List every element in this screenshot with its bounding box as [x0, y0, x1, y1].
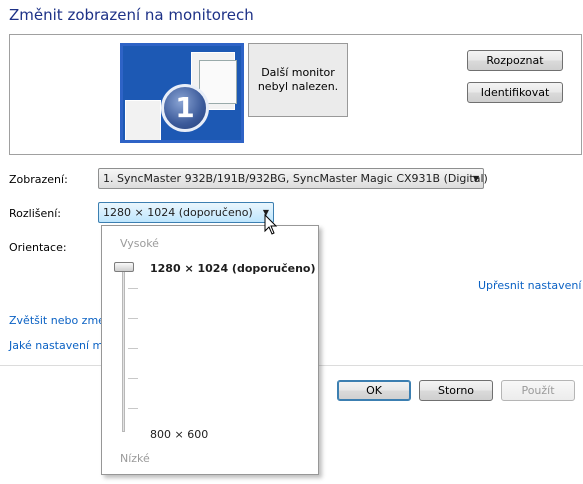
monitor-preview-area: 1 Další monitor nebyl nalezen. Rozpoznat…: [9, 34, 582, 155]
orientation-label: Orientace:: [9, 241, 67, 254]
resolution-slider-thumb[interactable]: [114, 262, 134, 272]
resolution-select-value: 1280 × 1024 (doporučeno): [103, 206, 253, 219]
identify-button[interactable]: Identifikovat: [467, 82, 563, 103]
high-label: Vysoké: [120, 237, 159, 250]
monitor-2[interactable]: Další monitor nebyl nalezen.: [248, 43, 348, 117]
cancel-button[interactable]: Storno: [419, 380, 493, 401]
monitor-number-badge: 1: [161, 84, 209, 132]
page-title: Změnit zobrazení na monitorech: [9, 6, 254, 24]
slider-tick: [128, 318, 138, 319]
monitor-2-line2: nebyl nalezen.: [257, 80, 339, 93]
monitor-1-window-left: [125, 100, 161, 140]
display-select[interactable]: 1. SyncMaster 932B/191B/932BG, SyncMaste…: [98, 168, 488, 189]
ok-button[interactable]: OK: [337, 380, 411, 401]
which-settings-link[interactable]: Jaké nastavení m: [9, 339, 103, 352]
display-select-value: 1. SyncMaster 932B/191B/932BG, SyncMaste…: [103, 172, 488, 185]
resolution-dropdown-panel: Vysoké 1280 × 1024 (doporučeno) 800 × 60…: [101, 225, 319, 475]
resolution-select[interactable]: 1280 × 1024 (doporučeno) ▼: [98, 202, 274, 223]
monitor-1[interactable]: 1: [120, 43, 244, 143]
monitor-2-message: Další monitor nebyl nalezen.: [258, 66, 338, 94]
chevron-down-icon: ▼: [472, 174, 479, 183]
slider-tick: [128, 348, 138, 349]
current-resolution-label: 1280 × 1024 (doporučeno): [150, 262, 316, 275]
low-label: Nízké: [120, 452, 150, 465]
apply-button[interactable]: Použít: [501, 380, 575, 401]
enlarge-text-link[interactable]: Zvětšit nebo zme: [9, 314, 105, 327]
slider-tick: [128, 288, 138, 289]
resolution-slider-track[interactable]: [122, 268, 125, 432]
advanced-settings-link[interactable]: Upřesnit nastavení: [478, 279, 581, 292]
detect-button[interactable]: Rozpoznat: [467, 50, 563, 71]
resolution-label: Rozlišení:: [9, 207, 61, 220]
slider-tick: [128, 378, 138, 379]
mouse-cursor-icon: [264, 214, 278, 235]
display-label: Zobrazení:: [9, 173, 68, 186]
min-resolution-label: 800 × 600: [150, 428, 209, 441]
slider-tick: [128, 408, 138, 409]
monitor-2-line1: Další monitor: [261, 66, 335, 79]
